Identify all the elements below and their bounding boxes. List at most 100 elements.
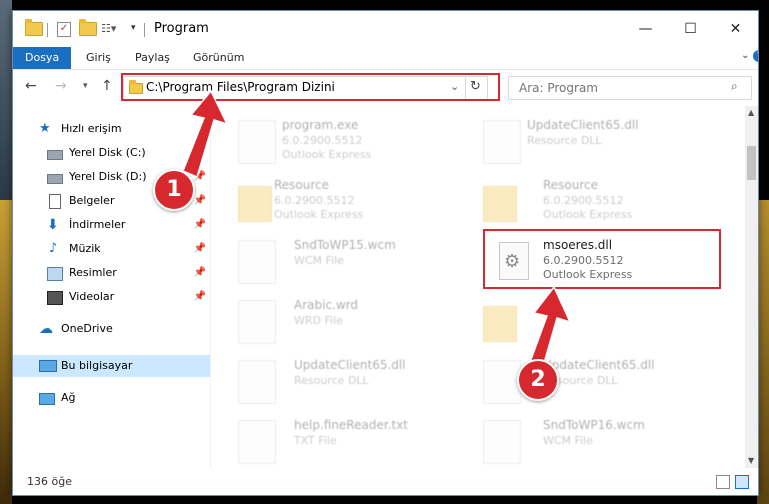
- file-item[interactable]: SndToWP15.wcm WCM File: [218, 234, 463, 286]
- file-item[interactable]: UpdateClient65.dll Resource DLL: [463, 354, 708, 406]
- file-item[interactable]: Resource 6.0.2900.5512 Outlook Express: [218, 174, 463, 226]
- file-detail: Outlook Express: [274, 208, 364, 221]
- pin-icon[interactable]: 📌: [194, 190, 206, 212]
- sidebar-item-label: Bu bilgisayar: [61, 359, 133, 372]
- details-view-icon[interactable]: [716, 475, 730, 489]
- wrd-file-icon: [238, 300, 276, 344]
- sidebar-item-label: OneDrive: [61, 322, 113, 335]
- search-icon: ⌕: [731, 79, 738, 93]
- help-icon[interactable]: ?: [753, 50, 758, 62]
- file-name: Arabic.wrd: [294, 298, 359, 312]
- sidebar-item-network[interactable]: Ağ: [13, 387, 210, 409]
- item-count: 136 öğe: [27, 475, 72, 488]
- sidebar-item-label: Hızlı erişim: [61, 122, 122, 135]
- file-name: SndToWP16.wcm: [543, 418, 645, 432]
- file-item[interactable]: help.fineReader.txt TXT File: [218, 414, 463, 466]
- pane-divider: [210, 106, 211, 468]
- folder-icon: [483, 306, 517, 342]
- status-bar: 136 öğe: [13, 469, 758, 495]
- file-detail: WCM File: [543, 434, 593, 447]
- file-detail: TXT File: [294, 434, 337, 447]
- tab-dosya[interactable]: Dosya: [13, 47, 72, 69]
- sidebar-item-pictures[interactable]: Resimler 📌: [13, 262, 210, 284]
- search-input[interactable]: [517, 80, 721, 96]
- pin-icon[interactable]: 📌: [194, 142, 206, 164]
- file-detail: Resource DLL: [294, 374, 369, 387]
- file-name: UpdateClient65.dll: [294, 358, 406, 372]
- sidebar-item-videos[interactable]: Videolar 📌: [13, 286, 210, 308]
- file-highlight: [483, 229, 721, 289]
- network-icon: [39, 393, 55, 405]
- file-detail: 6.0.2900.5512: [274, 194, 355, 207]
- sidebar-item-downloads[interactable]: ⬇ İndirmeler 📌: [13, 214, 210, 236]
- file-name: SndToWP15.wcm: [294, 238, 396, 252]
- file-detail: Outlook Express: [543, 208, 633, 221]
- close-button[interactable]: ✕: [713, 11, 758, 47]
- pin-icon[interactable]: 📌: [194, 286, 206, 308]
- scroll-down-icon[interactable]: ▼: [748, 456, 754, 465]
- pin-icon[interactable]: 📌: [194, 166, 206, 188]
- address-highlight: [121, 73, 500, 101]
- dll-file-icon: [483, 360, 521, 404]
- computer-icon: [39, 360, 57, 372]
- pin-icon[interactable]: 📌: [194, 238, 206, 260]
- scroll-thumb[interactable]: [747, 146, 756, 180]
- back-button[interactable]: ←: [25, 78, 37, 94]
- file-name: program.exe: [282, 118, 359, 132]
- minimize-button[interactable]: —: [623, 11, 668, 47]
- pin-icon[interactable]: 📌: [194, 262, 206, 284]
- sidebar-item-label: Videolar: [69, 290, 115, 303]
- scroll-up-icon[interactable]: ▲: [748, 108, 754, 117]
- folder-icon: [483, 186, 517, 222]
- title-bar: ✓ ☷▾ ▾ Program — ☐ ✕: [13, 11, 758, 47]
- ribbon-expand-icon[interactable]: ⌄: [741, 50, 749, 61]
- file-item[interactable]: Resource 6.0.2900.5512 Outlook Express: [463, 174, 708, 226]
- video-icon: [47, 291, 63, 305]
- recent-dropdown-icon[interactable]: ▾: [83, 81, 88, 91]
- tab-paylas[interactable]: Paylaş: [135, 47, 170, 69]
- file-item[interactable]: [463, 294, 708, 346]
- sidebar-item-quick-access[interactable]: ★ Hızlı erişim: [13, 118, 210, 140]
- dll-file-icon: [238, 360, 276, 404]
- folder-icon: [238, 186, 272, 222]
- sidebar-item-this-pc[interactable]: Bu bilgisayar: [13, 355, 210, 377]
- file-detail: WRD File: [294, 314, 343, 327]
- sidebar-item-onedrive[interactable]: ☁ OneDrive: [13, 318, 210, 340]
- wcm-file-icon: [483, 420, 521, 464]
- file-detail: 6.0.2900.5512: [282, 134, 363, 147]
- sidebar-item-label: Müzik: [69, 242, 101, 255]
- qa-dropdown-icon[interactable]: ▾: [131, 23, 136, 33]
- annotation-badge-2: 2: [517, 359, 559, 401]
- file-item[interactable]: UpdateClient65.dll Resource DLL: [218, 354, 463, 406]
- vertical-scrollbar[interactable]: ▲ ▼: [745, 106, 758, 468]
- sidebar-item-label: Resimler: [69, 266, 117, 279]
- customize-qa-icon[interactable]: ☷▾: [101, 22, 116, 35]
- file-item[interactable]: Arabic.wrd WRD File: [218, 294, 463, 346]
- new-folder-icon[interactable]: [79, 19, 97, 38]
- file-item[interactable]: UpdateClient65.dll Resource DLL: [463, 114, 708, 166]
- navigation-pane: ★ Hızlı erişim Yerel Disk (C:) 📌 Yerel D…: [13, 106, 210, 468]
- properties-icon[interactable]: ✓: [57, 22, 71, 37]
- txt-file-icon: [238, 420, 276, 464]
- tab-giris[interactable]: Giriş: [86, 47, 111, 69]
- up-button[interactable]: ↑: [101, 78, 113, 94]
- file-name: Resource: [543, 178, 599, 192]
- sidebar-item-label: İndirmeler: [69, 218, 126, 231]
- file-name: Resource: [274, 178, 330, 192]
- tab-gorunum[interactable]: Görünüm: [193, 47, 244, 69]
- drive-icon: [47, 150, 63, 160]
- ribbon-tabs: Dosya Giriş Paylaş Görünüm ⌄ ?: [13, 47, 758, 70]
- file-item[interactable]: SndToWP16.wcm WCM File: [463, 414, 708, 466]
- forward-button[interactable]: →: [55, 78, 67, 94]
- annotation-badge-1: 1: [153, 169, 195, 211]
- star-icon: ★: [39, 121, 51, 136]
- pin-icon[interactable]: 📌: [194, 214, 206, 236]
- sidebar-item-disk-c[interactable]: Yerel Disk (C:) 📌: [13, 142, 210, 164]
- file-item[interactable]: program.exe 6.0.2900.5512 Outlook Expres…: [218, 114, 463, 166]
- sidebar-item-label: Belgeler: [69, 194, 115, 207]
- qa-separator-2: [144, 23, 145, 37]
- large-icons-view-icon[interactable]: [735, 475, 749, 489]
- maximize-button[interactable]: ☐: [668, 11, 713, 47]
- search-box[interactable]: ⌕: [508, 76, 752, 100]
- sidebar-item-music[interactable]: ♪ Müzik 📌: [13, 238, 210, 260]
